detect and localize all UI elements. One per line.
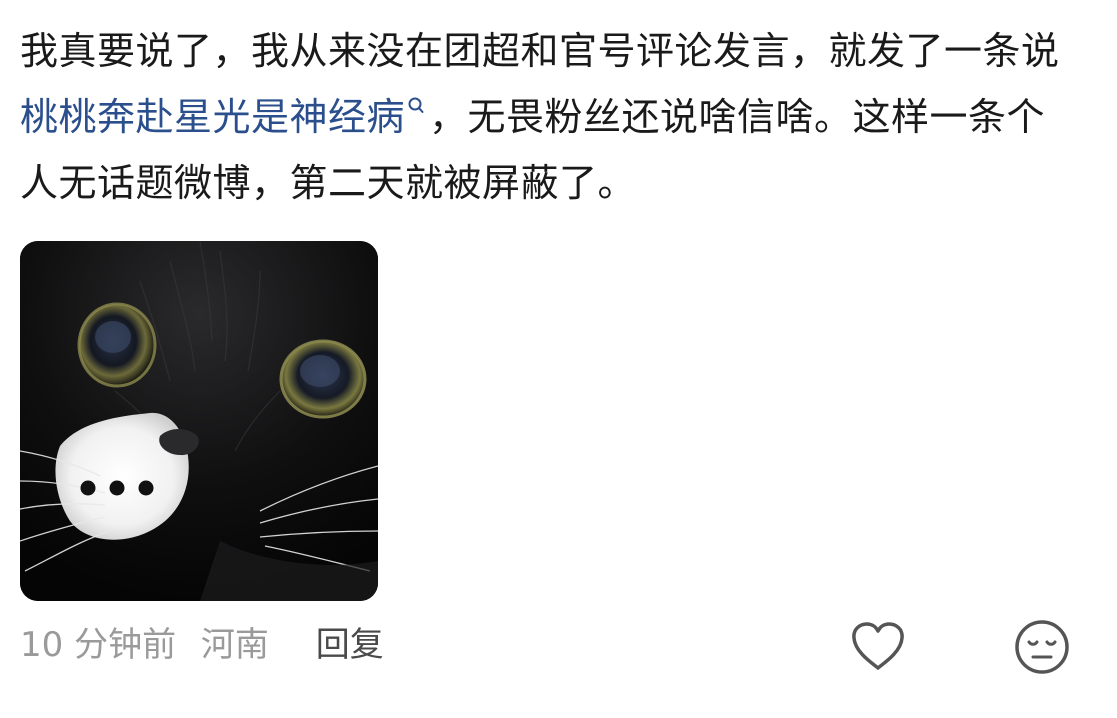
comment-meta: 10 分钟前 河南 回复: [20, 620, 384, 670]
search-icon: [407, 96, 425, 120]
like-button[interactable]: [849, 620, 907, 674]
reply-button[interactable]: 回复: [316, 620, 384, 670]
emoji-reaction-button[interactable]: [1013, 618, 1071, 676]
topic-link[interactable]: 桃桃奔赴星光是神经病: [20, 95, 429, 139]
cat-photo-image: [20, 241, 378, 601]
comment-text-before: 我真要说了，我从来没在团超和官号评论发言，就发了一条说: [20, 29, 1060, 73]
location: 河南: [200, 625, 269, 665]
comment-image[interactable]: [20, 241, 378, 601]
neutral-face-icon: [1015, 620, 1069, 674]
timestamp: 10 分钟前: [20, 625, 177, 665]
heart-icon: [852, 622, 904, 670]
topic-link-label[interactable]: 桃桃奔赴星光是神经病: [20, 95, 405, 139]
comment-text: 我真要说了，我从来没在团超和官号评论发言，就发了一条说 桃桃奔赴星光是神经病 ，无…: [20, 18, 1080, 216]
